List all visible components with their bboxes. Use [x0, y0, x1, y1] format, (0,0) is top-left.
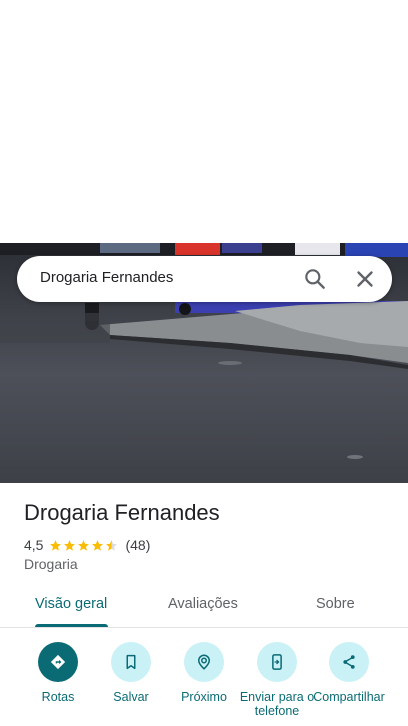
star-half-icon — [106, 539, 118, 551]
search-input[interactable]: Drogaria Fernandes — [40, 269, 173, 286]
tab-overview[interactable]: Visão geral — [35, 596, 107, 612]
nearby-label: Próximo — [181, 690, 227, 704]
share-icon — [329, 642, 369, 682]
search-bar[interactable]: Drogaria Fernandes — [17, 256, 392, 302]
directions-label: Rotas — [41, 690, 75, 704]
send-to-phone-button[interactable]: Enviar para o telefone — [239, 642, 315, 718]
blank-top-area — [0, 0, 408, 243]
rating-value: 4,5 — [24, 537, 44, 553]
save-button[interactable]: Salvar — [93, 642, 169, 704]
save-label: Salvar — [113, 690, 149, 704]
star-icon — [92, 539, 104, 551]
directions-icon — [38, 642, 78, 682]
share-button[interactable]: Compartilhar — [311, 642, 387, 704]
tab-reviews[interactable]: Avaliações — [168, 596, 238, 612]
action-bar: Rotas Salvar Próximo Enviar para o telef… — [0, 640, 408, 726]
active-tab-indicator — [35, 624, 108, 627]
star-rating — [49, 539, 119, 552]
star-icon — [78, 539, 90, 551]
send-to-phone-icon — [257, 642, 297, 682]
star-icon — [64, 539, 76, 551]
tab-bar: Visão geral Avaliações Sobre — [0, 585, 408, 628]
share-label: Compartilhar — [313, 690, 385, 704]
star-icon — [50, 539, 62, 551]
place-category: Drogaria — [24, 556, 78, 572]
search-icon[interactable] — [302, 266, 328, 292]
bookmark-icon — [111, 642, 151, 682]
nearby-button[interactable]: Próximo — [166, 642, 242, 704]
close-icon[interactable] — [352, 266, 378, 292]
nearby-icon — [184, 642, 224, 682]
send-to-phone-label: Enviar para o telefone — [239, 690, 315, 718]
rating-row[interactable]: 4,5 (48) — [24, 536, 150, 554]
place-title: Drogaria Fernandes — [24, 500, 220, 525]
review-count: (48) — [125, 537, 151, 553]
directions-button[interactable]: Rotas — [20, 642, 96, 704]
tab-about[interactable]: Sobre — [316, 596, 355, 612]
